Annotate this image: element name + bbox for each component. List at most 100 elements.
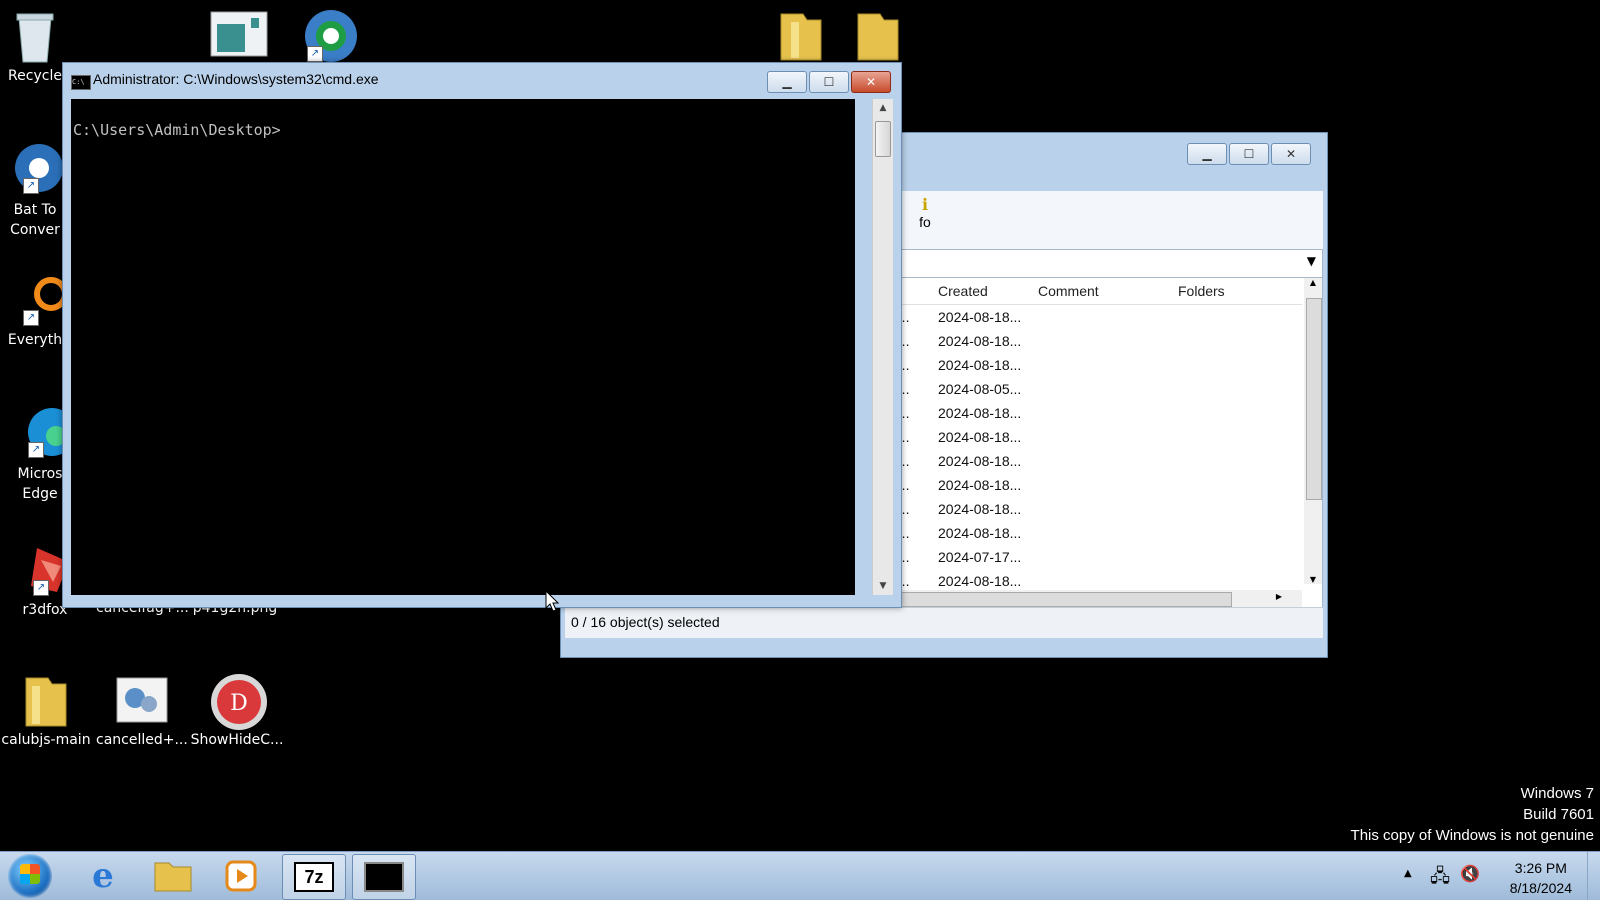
settings-file-icon xyxy=(113,672,169,728)
window-app-icon xyxy=(209,8,268,64)
scrollbar-thumb[interactable] xyxy=(1306,298,1322,500)
scroll-up-icon[interactable]: ▲ xyxy=(1304,278,1322,287)
cell-created: 2024-08-18... xyxy=(938,477,1022,493)
globe-shortcut-icon: ↗ xyxy=(303,8,359,64)
scroll-up-icon[interactable]: ▲ xyxy=(873,99,893,117)
status-bar: 0 / 16 object(s) selected xyxy=(565,607,1323,638)
toolbar-info-label: fo xyxy=(919,214,931,230)
cell-created: 2024-08-18... xyxy=(938,357,1022,373)
close-button[interactable]: ✕ xyxy=(851,71,891,93)
cmd-titlebar[interactable]: C:\ Administrator: C:\Windows\system32\c… xyxy=(63,63,901,97)
taskbar-explorer[interactable] xyxy=(142,854,204,898)
cell-created: 2024-08-18... xyxy=(938,405,1022,421)
watermark-line: This copy of Windows is not genuine xyxy=(1350,827,1594,844)
clock[interactable]: 3:26 PM 8/18/2024 xyxy=(1510,858,1572,898)
shortcut-arrow-icon: ↗ xyxy=(307,46,323,62)
showhide-icon: D xyxy=(209,672,267,730)
desktop-icon-label: Everyth xyxy=(7,332,63,348)
scroll-down-icon[interactable]: ▼ xyxy=(1304,575,1322,584)
internet-explorer-icon: e xyxy=(92,856,114,896)
cmd-console[interactable]: C:\Users\Admin\Desktop> xyxy=(71,99,855,595)
minimize-button[interactable]: ▁ xyxy=(1187,143,1227,165)
watermark-line: Windows 7 xyxy=(1520,785,1594,802)
vertical-scrollbar[interactable]: ▲ ▼ xyxy=(1304,278,1322,584)
toolbar-info-button[interactable]: ℹ fo xyxy=(905,195,945,230)
cmd-app-icon: C:\ xyxy=(71,75,91,90)
volume-muted-icon[interactable]: 🔇 xyxy=(1460,864,1480,883)
desktop-icon-recycle-bin[interactable]: Recycle xyxy=(0,8,70,84)
desktop-icon-cancelled[interactable]: cancelled+... xyxy=(96,672,188,748)
desktop-icon-showhide[interactable]: D ShowHideC... xyxy=(190,672,284,748)
taskbar-cmd[interactable] xyxy=(352,854,416,900)
desktop-icon-folder-1[interactable] xyxy=(756,6,846,66)
mouse-cursor-icon xyxy=(545,590,559,612)
desktop-icon-label: ShowHideC... xyxy=(190,732,284,748)
system-tray: ▲ 🖧 🔇 3:26 PM 8/18/2024 xyxy=(1350,852,1600,900)
desktop-icon-label: cancelled+... xyxy=(96,732,188,748)
shortcut-arrow-icon: ↗ xyxy=(23,178,39,194)
cmd-icon xyxy=(364,862,404,892)
folder-icon xyxy=(773,6,829,62)
cell-created: 2024-08-18... xyxy=(938,525,1022,541)
column-header-created[interactable]: Created xyxy=(938,283,988,299)
close-button[interactable]: ✕ xyxy=(1271,143,1311,165)
watermark-line: Build 7601 xyxy=(1523,806,1594,823)
taskbar-ie[interactable]: e xyxy=(72,854,134,898)
svg-text:D: D xyxy=(230,691,248,716)
desktop-icon-bat-to-exe[interactable]: ↗ Bat To Conver xyxy=(0,140,70,240)
folder-icon xyxy=(18,672,74,728)
folder-icon xyxy=(850,6,906,62)
taskbar-7zip[interactable]: 7z xyxy=(282,854,346,900)
7zip-icon: 7z xyxy=(294,862,334,892)
cell-created: 2024-08-18... xyxy=(938,573,1022,589)
cmd-title: Administrator: C:\Windows\system32\cmd.e… xyxy=(93,71,379,87)
start-button[interactable] xyxy=(8,854,52,898)
clock-time: 3:26 PM xyxy=(1514,860,1567,876)
shortcut-arrow-icon: ↗ xyxy=(33,580,49,596)
cell-created: 2024-08-18... xyxy=(938,309,1022,325)
network-icon[interactable]: 🖧 xyxy=(1430,864,1450,894)
show-desktop-button[interactable] xyxy=(1587,852,1600,900)
column-header-folders[interactable]: Folders xyxy=(1178,283,1225,299)
info-icon: ℹ xyxy=(921,195,929,214)
gear-shortcut-icon: ↗ xyxy=(7,140,63,196)
maximize-button[interactable]: ☐ xyxy=(1229,143,1269,165)
windows-watermark: Windows 7 Build 7601 This copy of Window… xyxy=(1351,783,1594,846)
maximize-button[interactable]: ☐ xyxy=(809,71,849,93)
search-shortcut-icon: ↗ xyxy=(7,272,68,328)
shortcut-arrow-icon: ↗ xyxy=(28,442,44,458)
cell-created: 2024-08-18... xyxy=(938,429,1022,445)
scroll-right-icon[interactable]: ▶ xyxy=(1276,592,1282,601)
cmd-prompt: C:\Users\Admin\Desktop> xyxy=(73,121,281,139)
shortcut-arrow-icon: ↗ xyxy=(23,310,39,326)
windows-logo-icon xyxy=(20,864,40,884)
status-selection: 0 / 16 object(s) selected xyxy=(571,614,720,630)
cell-created: 2024-08-18... xyxy=(938,333,1022,349)
scroll-down-icon[interactable]: ▼ xyxy=(873,577,893,595)
minimize-button[interactable]: ▁ xyxy=(767,71,807,93)
taskbar-media-player[interactable] xyxy=(210,854,272,898)
folder-icon xyxy=(154,862,192,892)
show-hidden-icons-icon[interactable]: ▲ xyxy=(1404,868,1412,879)
desktop-icon-label: calubjs-main xyxy=(1,732,91,748)
desktop-icon-calubjs-main[interactable]: calubjs-main xyxy=(0,672,92,748)
column-header-comment[interactable]: Comment xyxy=(1038,283,1099,299)
taskbar: e 7z ▲ 🖧 🔇 3:26 PM 8/18/2024 xyxy=(0,851,1600,900)
cell-created: 2024-08-18... xyxy=(938,501,1022,517)
desktop-icon-unknown[interactable] xyxy=(192,8,282,68)
desktop-icon-label: Recycle xyxy=(8,68,62,84)
cell-created: 2024-08-05... xyxy=(938,381,1022,397)
scrollbar-thumb[interactable] xyxy=(875,121,891,157)
desktop-icon-browser[interactable]: ↗ xyxy=(286,8,376,68)
edge-icon: ↗ xyxy=(12,404,76,460)
clock-date: 8/18/2024 xyxy=(1509,880,1572,896)
cell-created: 2024-07-17... xyxy=(938,549,1022,565)
desktop-icon-everything[interactable]: ↗ Everyth xyxy=(0,272,70,348)
recycle-bin-icon xyxy=(7,8,63,64)
chevron-down-icon[interactable]: ▼ xyxy=(1307,254,1316,268)
cmd-window[interactable]: C:\ Administrator: C:\Windows\system32\c… xyxy=(62,62,902,608)
media-player-icon xyxy=(225,860,257,892)
cell-created: 2024-08-18... xyxy=(938,453,1022,469)
cmd-vertical-scrollbar[interactable]: ▲ ▼ xyxy=(872,99,893,595)
desktop-icon-label: Bat To Conver xyxy=(10,202,60,238)
